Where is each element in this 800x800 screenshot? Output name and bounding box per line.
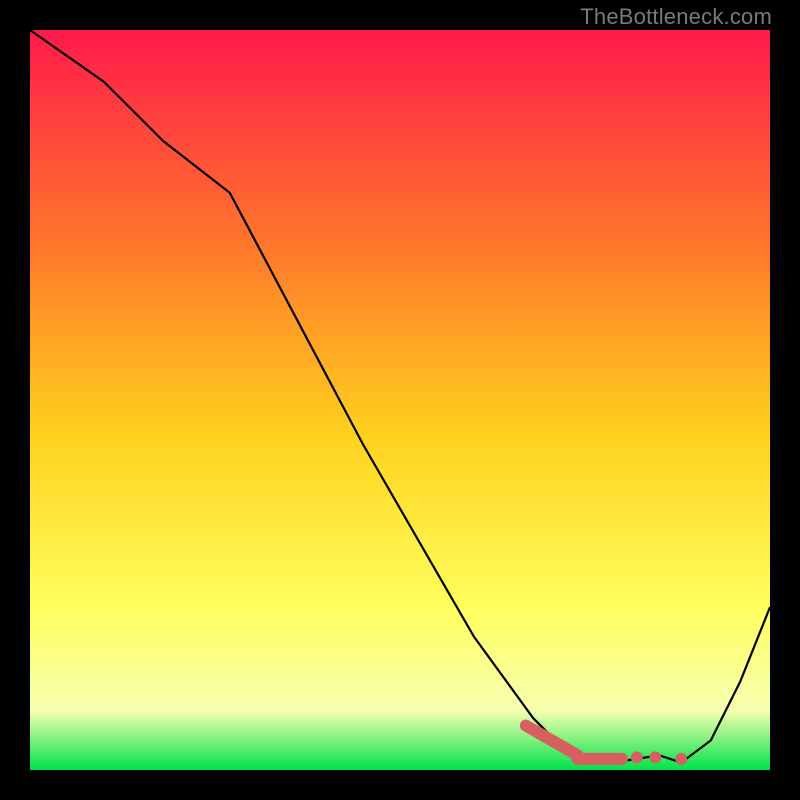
plot-area (30, 30, 770, 770)
gradient-background (30, 30, 770, 770)
marker-dot-1 (631, 751, 643, 763)
marker-dot-3 (675, 753, 687, 765)
marker-dot-2 (649, 751, 661, 763)
chart-frame: TheBottleneck.com (0, 0, 800, 800)
chart-svg (30, 30, 770, 770)
watermark-text: TheBottleneck.com (580, 4, 772, 30)
